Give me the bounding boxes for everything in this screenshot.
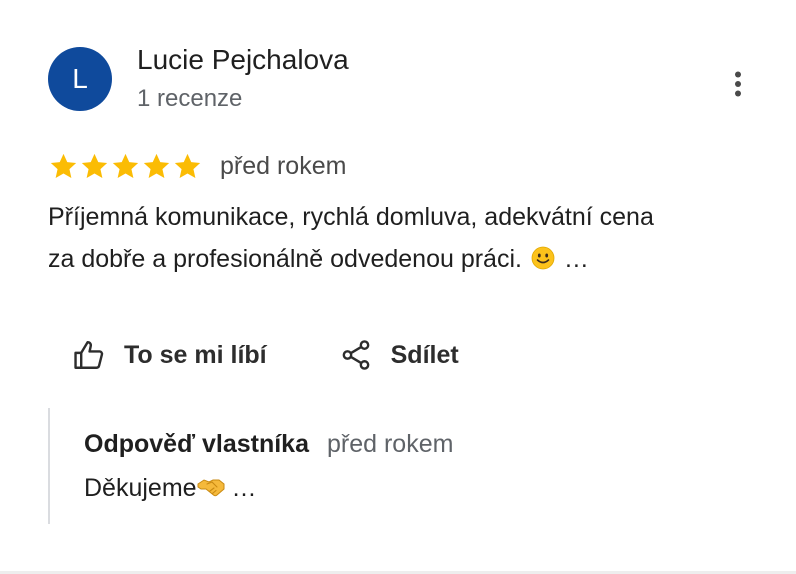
owner-reply-title: Odpověď vlastníka	[84, 430, 309, 458]
review-time: před rokem	[220, 151, 347, 180]
review-text: Příjemná komunikace, rychlá domluva, ade…	[48, 196, 778, 280]
star-icon	[143, 153, 170, 178]
review-read-more[interactable]: …	[564, 245, 589, 273]
more-options-button[interactable]	[718, 64, 758, 104]
review-count[interactable]: 1 recenze	[137, 85, 242, 113]
star-icon	[112, 153, 139, 178]
thumbs-up-icon	[74, 341, 104, 369]
share-icon	[342, 340, 370, 370]
star-icon	[174, 153, 201, 178]
star-rating	[48, 151, 203, 182]
slightly-smiling-face-emoji	[531, 246, 555, 270]
handshake-emoji	[197, 479, 225, 497]
like-label: To se mi líbí	[124, 340, 267, 369]
review-actions: To se mi líbí Sdílet	[72, 333, 459, 377]
share-label: Sdílet	[390, 340, 459, 369]
avatar-letter: L	[72, 63, 88, 94]
share-button[interactable]: Sdílet	[339, 338, 459, 372]
owner-reply-text-content: Děkujeme	[84, 474, 197, 502]
review-text-line-2-content: za dobře a profesionálně odvedenou práci…	[48, 245, 522, 273]
owner-reply-header: Odpověď vlastníka před rokem	[84, 430, 453, 459]
star-icon	[50, 153, 77, 178]
review-text-line-1: Příjemná komunikace, rychlá domluva, ade…	[48, 203, 654, 231]
owner-reply-time: před rokem	[327, 430, 454, 458]
like-button[interactable]: To se mi líbí	[72, 338, 267, 372]
reviewer-name[interactable]: Lucie Pejchalova	[137, 44, 349, 76]
owner-reply: Odpověď vlastníka před rokem Děkujeme …	[48, 408, 750, 524]
reviewer-avatar[interactable]: L	[48, 47, 112, 111]
review-text-line-2: za dobře a profesionálně odvedenou práci…	[48, 238, 778, 280]
rating-row: před rokem	[48, 148, 346, 184]
more-vert-icon	[735, 71, 741, 97]
owner-reply-text: Děkujeme …	[84, 474, 257, 503]
star-icon	[81, 153, 108, 178]
owner-reply-read-more[interactable]: …	[232, 474, 257, 502]
